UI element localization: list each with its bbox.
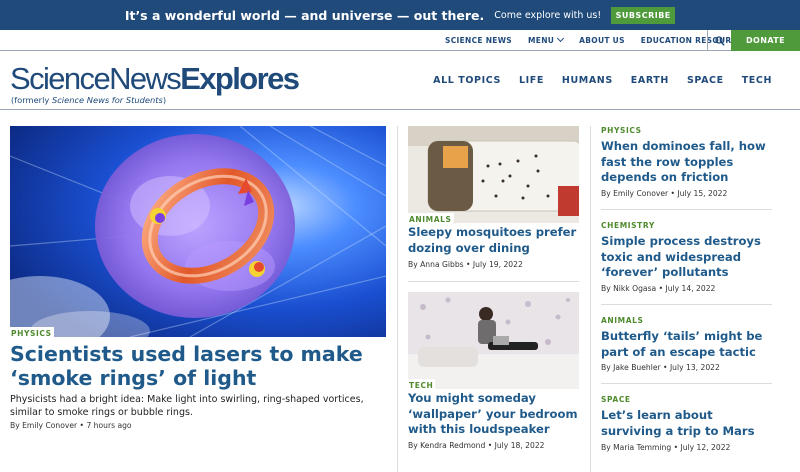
card-byline: By Kendra Redmond • July 18, 2022 — [408, 441, 545, 450]
logo-subtitle: (formerly Science News for Students) — [11, 95, 167, 105]
hero-image[interactable] — [10, 126, 386, 337]
utility-nav: SCIENCE NEWS MENU ABOUT US EDUCATION RES… — [0, 30, 800, 51]
card-category-tag[interactable]: TECH — [408, 379, 436, 391]
hero-category-tag[interactable]: PHYSICS — [10, 327, 54, 339]
card-headline[interactable]: Sleepy mosquitoes prefer dozing over din… — [408, 225, 588, 256]
card-byline: By Jake Buehler • July 13, 2022 — [601, 363, 720, 372]
nav-space[interactable]: SPACE — [687, 75, 724, 86]
bedroom-image[interactable] — [408, 292, 579, 389]
column-divider — [590, 126, 591, 472]
column-divider — [397, 126, 398, 472]
card-category-tag[interactable]: ANIMALS — [601, 316, 644, 325]
site-logo[interactable]: ScienceNewsExplores — [10, 61, 300, 96]
hero-byline: By Emily Conover • 7 hours ago — [10, 421, 132, 430]
card-byline: By Emily Conover • July 15, 2022 — [601, 189, 728, 198]
menu-dropdown[interactable]: MENU — [528, 34, 565, 45]
card-headline[interactable]: When dominoes fall, how fast the row top… — [601, 139, 779, 186]
card-headline[interactable]: Simple process destroys toxic and widesp… — [601, 234, 781, 281]
row-divider — [601, 304, 772, 305]
logo-part-sciencenews: ScienceNews — [10, 61, 182, 96]
subscribe-button[interactable]: SUBSCRIBE — [611, 6, 676, 24]
nav-humans[interactable]: HUMANS — [562, 75, 613, 86]
search-icon — [714, 35, 725, 46]
nav-life[interactable]: LIFE — [519, 75, 544, 86]
chevron-down-icon — [557, 34, 565, 43]
banner-headline: It’s a wonderful world — and universe — … — [124, 7, 485, 23]
card-byline: By Anna Gibbs • July 19, 2022 — [408, 260, 523, 269]
row-divider — [408, 281, 579, 282]
logo-part-explores: Explores — [180, 61, 300, 96]
card-headline[interactable]: You might someday ‘wallpaper’ your bedro… — [408, 391, 588, 438]
menu-label: MENU — [528, 36, 555, 45]
main-nav: ALL TOPICS LIFE HUMANS EARTH SPACE TECH — [415, 51, 772, 110]
hero-description: Physicists had a bright idea: Make light… — [10, 394, 364, 418]
card-headline[interactable]: Let’s learn about surviving a trip to Ma… — [601, 408, 771, 439]
banner-subtext: Come explore with us! — [494, 9, 602, 21]
donate-button[interactable]: DONATE — [731, 30, 800, 51]
nav-earth[interactable]: EARTH — [631, 75, 669, 86]
top-banner: It’s a wonderful world — and universe — … — [0, 0, 800, 30]
card-byline: By Nikk Ogasa • July 14, 2022 — [601, 284, 716, 293]
card-category-tag[interactable]: SPACE — [601, 395, 631, 404]
row-divider — [601, 209, 772, 210]
site-header: ScienceNewsExplores (formerly Science Ne… — [0, 51, 800, 110]
nav-all-topics[interactable]: ALL TOPICS — [433, 75, 501, 86]
mosquito-image[interactable] — [408, 126, 579, 223]
row-divider — [601, 383, 772, 384]
utility-links: SCIENCE NEWS MENU ABOUT US EDUCATION RES… — [445, 30, 748, 51]
search-button[interactable] — [707, 30, 731, 51]
card-headline[interactable]: Butterfly ‘tails’ might be part of an es… — [601, 329, 781, 360]
science-news-link[interactable]: SCIENCE NEWS — [445, 36, 512, 45]
hero-headline[interactable]: Scientists used lasers to make ‘smoke ri… — [10, 342, 390, 390]
card-category-tag[interactable]: PHYSICS — [601, 126, 642, 135]
card-category-tag[interactable]: CHEMISTRY — [601, 221, 655, 230]
card-category-tag[interactable]: ANIMALS — [408, 213, 454, 225]
nav-tech[interactable]: TECH — [742, 75, 772, 86]
about-us-link[interactable]: ABOUT US — [579, 36, 625, 45]
card-byline: By Maria Temming • July 12, 2022 — [601, 443, 731, 452]
